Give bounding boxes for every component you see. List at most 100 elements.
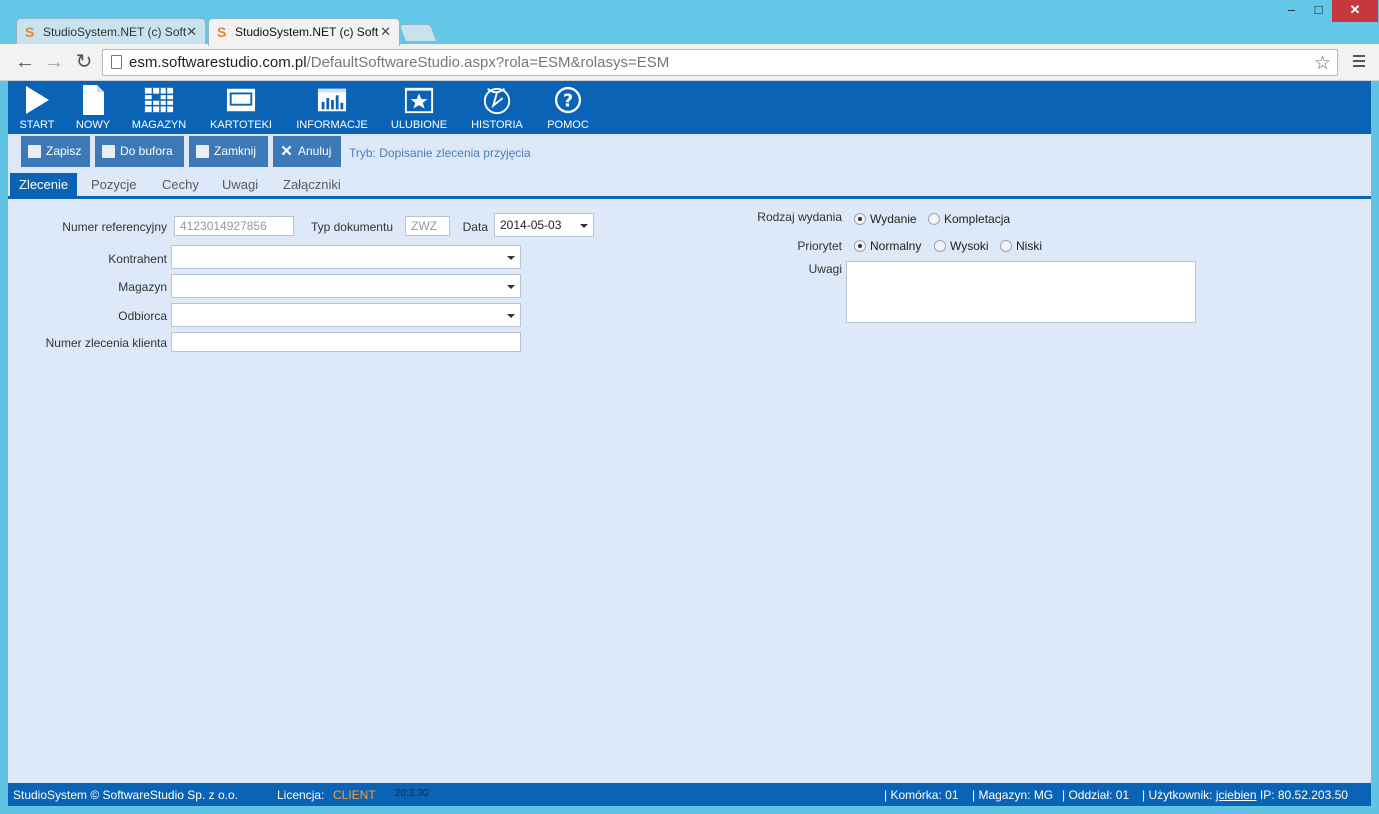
to-buffer-button[interactable]: Do bufora	[95, 136, 184, 167]
ip-text: IP: 80.52.203.50	[1259, 788, 1348, 802]
cell-text: Komórka: 01	[890, 788, 959, 802]
url-text[interactable]: esm.softwarestudio.com.pl/DefaultSoftwar…	[129, 54, 669, 71]
date-select[interactable]: 2014-05-03	[494, 213, 594, 237]
new-tab-button[interactable]	[398, 24, 438, 42]
app-window: START NOWY MAGAZYN KARTOTEKI INFORMACJE …	[8, 81, 1371, 806]
nav-label: START	[19, 119, 55, 131]
notes-textarea[interactable]	[846, 261, 1196, 323]
nav-ulubione[interactable]: ULUBIONE	[387, 84, 451, 131]
nav-historia[interactable]: HISTORIA	[466, 84, 528, 131]
buffer-list-icon	[102, 145, 115, 158]
bookmark-star-icon[interactable]: ☆	[1314, 52, 1331, 75]
save-button-label: Zapisz	[46, 144, 82, 158]
nav-label: MAGAZYN	[131, 119, 187, 131]
dropdown-arrow-icon	[507, 314, 515, 318]
user-label: Użytkownik:	[1148, 788, 1213, 802]
tab-close-icon[interactable]: ✕	[186, 24, 197, 40]
user-info: | Użytkownik: jciebien IP: 80.52.203.50	[1142, 788, 1348, 802]
history-icon	[483, 87, 511, 115]
close-form-button[interactable]: Zamknij	[189, 136, 268, 167]
svg-text:?: ?	[563, 91, 573, 112]
release-type-kompletacja-radio[interactable]: Kompletacja	[928, 212, 1010, 226]
priority-wysoki-radio[interactable]: Wysoki	[934, 239, 989, 253]
contractor-select[interactable]	[171, 245, 521, 269]
warehouse-grid-icon	[144, 87, 174, 113]
ref-number-label: Numer referencyjny	[62, 220, 167, 234]
cancel-button[interactable]: ✕ Anuluj	[273, 136, 341, 167]
save-button[interactable]: Zapisz	[21, 136, 90, 167]
nav-label: HISTORIA	[471, 119, 523, 131]
radio-unselected-icon	[928, 213, 940, 225]
priority-label: Priorytet	[797, 239, 842, 253]
browser-tab-title: StudioSystem.NET (c) Soft	[43, 25, 187, 39]
tab-uwagi[interactable]: Uwagi	[213, 173, 267, 196]
warehouse-select[interactable]	[171, 274, 521, 298]
radio-unselected-icon	[934, 240, 946, 252]
help-icon: ?	[554, 86, 582, 114]
page-icon	[111, 55, 122, 69]
client-order-field[interactable]	[171, 332, 521, 352]
nav-magazyn[interactable]: MAGAZYN	[130, 84, 188, 131]
nav-label: NOWY	[75, 119, 111, 131]
maximize-button[interactable]: □	[1305, 0, 1332, 22]
doc-type-field[interactable]: ZWZ	[405, 216, 450, 236]
action-toolbar: Zapisz Do bufora Zamknij ✕ Anuluj Tryb: …	[8, 134, 1371, 169]
nav-informacje[interactable]: INFORMACJE	[293, 84, 371, 131]
play-icon	[26, 86, 49, 114]
tab-pozycje[interactable]: Pozycje	[82, 173, 146, 196]
release-type-wydanie-radio[interactable]: Wydanie	[854, 212, 917, 226]
nav-nowy[interactable]: NOWY	[73, 84, 113, 131]
forward-arrow-icon[interactable]: →	[43, 51, 65, 73]
studiosystem-favicon-icon: S	[217, 24, 227, 40]
priority-normalny-radio[interactable]: Normalny	[854, 239, 921, 253]
radio-label: Kompletacja	[944, 212, 1011, 226]
license-label: Licencja:	[277, 788, 325, 802]
radio-label: Wydanie	[870, 212, 917, 226]
nav-kartoteki[interactable]: KARTOTEKI	[206, 84, 276, 131]
tab-close-icon[interactable]: ✕	[380, 24, 391, 40]
cell-info: | Komórka: 01	[884, 788, 959, 802]
browser-navbar: ← → ↻ esm.softwarestudio.com.pl/DefaultS…	[0, 44, 1379, 81]
window-close-button[interactable]: ✕	[1332, 0, 1378, 22]
license-value: CLIENT	[333, 788, 376, 802]
recipient-select[interactable]	[171, 303, 521, 327]
contractor-label: Kontrahent	[108, 252, 167, 266]
back-arrow-icon[interactable]: ←	[14, 51, 36, 73]
tab-cechy[interactable]: Cechy	[153, 173, 208, 196]
user-link[interactable]: jciebien	[1216, 788, 1257, 802]
to-buffer-button-label: Do bufora	[120, 144, 173, 158]
client-order-label: Numer zlecenia klienta	[45, 336, 167, 350]
browser-tab-1[interactable]: S StudioSystem.NET (c) Soft ✕	[16, 18, 206, 45]
nav-label: POMOC	[547, 119, 589, 131]
nav-start[interactable]: START	[18, 84, 56, 131]
ref-number-field[interactable]: 4123014927856	[174, 216, 294, 236]
priority-niski-radio[interactable]: Niski	[1000, 239, 1042, 253]
url-host: esm.softwarestudio.com.pl	[129, 54, 307, 71]
form-tabs: Zlecenie Pozycje Cechy Uwagi Załączniki	[8, 173, 1371, 199]
cancel-button-label: Anuluj	[298, 144, 332, 158]
radio-selected-icon	[854, 213, 866, 225]
browser-tab-2[interactable]: S StudioSystem.NET (c) Soft ✕	[208, 18, 400, 46]
card-index-icon	[226, 88, 256, 112]
notes-label: Uwagi	[808, 262, 842, 276]
branch-text: Oddział: 01	[1068, 788, 1130, 802]
reload-icon[interactable]: ↻	[73, 51, 95, 73]
bar-chart-icon	[317, 88, 347, 112]
radio-unselected-icon	[1000, 240, 1012, 252]
close-form-button-label: Zamknij	[214, 144, 257, 158]
copyright-text: StudioSystem © SoftwareStudio Sp. z o.o.	[13, 788, 238, 802]
main-navigation: START NOWY MAGAZYN KARTOTEKI INFORMACJE …	[8, 81, 1371, 134]
nav-label: KARTOTEKI	[210, 119, 272, 131]
browser-menu-icon[interactable]	[1353, 55, 1365, 67]
tab-zalaczniki[interactable]: Załączniki	[274, 173, 350, 196]
new-document-icon	[83, 85, 104, 115]
address-bar[interactable]: esm.softwarestudio.com.pl/DefaultSoftwar…	[102, 49, 1338, 76]
tab-zlecenie[interactable]: Zlecenie	[10, 173, 78, 196]
clock-text: 20:3.30	[395, 788, 429, 799]
nav-pomoc[interactable]: ? POMOC	[544, 84, 592, 131]
warehouse-text: Magazyn: MG	[978, 788, 1054, 802]
minimize-button[interactable]: –	[1278, 0, 1305, 22]
nav-label: ULUBIONE	[390, 119, 448, 131]
order-form: Numer referencyjny 4123014927856 Typ dok…	[8, 199, 1371, 779]
radio-label: Niski	[1016, 239, 1042, 253]
